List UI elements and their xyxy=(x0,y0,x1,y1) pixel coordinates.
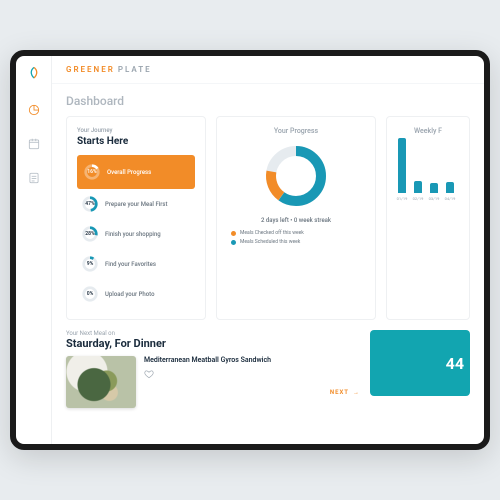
main-area: GREENER PLATE Dashboard Your Journey Sta… xyxy=(52,56,484,444)
step-label: Prepare your Meal First xyxy=(105,201,168,208)
legend-item: Meals Scheduled this week xyxy=(231,239,304,245)
heart-icon[interactable] xyxy=(144,369,154,379)
nav-calendar[interactable] xyxy=(24,134,44,154)
metric-tile[interactable]: 44 xyxy=(370,330,470,396)
legend-item: Meals Checked off this week xyxy=(231,230,304,236)
progress-ring-icon: 47% xyxy=(81,195,99,213)
brand-word-a: GREENER xyxy=(66,65,115,74)
step-label: Overall Progress xyxy=(107,169,151,176)
bar xyxy=(414,181,422,193)
logo-icon xyxy=(26,66,42,86)
journey-title: Starts Here xyxy=(77,136,195,147)
journey-step-prepare[interactable]: 47% Prepare your Meal First xyxy=(77,189,195,219)
next-meal-title: Staurday, For Dinner xyxy=(66,337,360,350)
bar xyxy=(430,183,438,193)
meal-info: Mediterranean Meatball Gyros Sandwich NE… xyxy=(144,356,360,396)
progress-ring-icon: 28% xyxy=(81,225,99,243)
app-root: GREENER PLATE Dashboard Your Journey Sta… xyxy=(16,56,484,444)
next-meal-section: Your Next Meal on Staurday, For Dinner M… xyxy=(66,330,360,408)
step-label: Upload your Photo xyxy=(105,291,155,298)
next-meal-row: Your Next Meal on Staurday, For Dinner M… xyxy=(52,320,484,408)
journey-kicker: Your Journey xyxy=(77,127,195,134)
cards-row: Your Journey Starts Here 16% Overall Pro… xyxy=(52,116,484,320)
journey-step-overall[interactable]: 16% Overall Progress xyxy=(77,155,195,189)
donut-chart xyxy=(261,141,331,211)
progress-ring-icon: 0% xyxy=(81,285,99,303)
metric-value: 44 xyxy=(446,354,464,373)
weekly-title: Weekly F xyxy=(397,127,459,135)
progress-ring-icon: 16% xyxy=(83,163,101,181)
weekly-card: Weekly F 01/19 02/19 03/19 04/19 xyxy=(386,116,470,320)
progress-card: Your Progress 2 days left • 0 week strea… xyxy=(216,116,376,320)
bar-col: 01/19 xyxy=(397,138,407,201)
dot-icon xyxy=(231,240,236,245)
next-meal-kicker: Your Next Meal on xyxy=(66,330,360,337)
progress-subtitle: 2 days left • 0 week streak xyxy=(261,217,331,224)
sidebar xyxy=(16,56,52,444)
step-label: Find your Favorites xyxy=(105,261,156,268)
bar xyxy=(398,138,406,193)
brand-word-b: PLATE xyxy=(118,65,152,74)
bar-col: 03/19 xyxy=(429,183,439,201)
journey-step-upload[interactable]: 0% Upload your Photo xyxy=(77,279,195,309)
progress-ring-icon: 9% xyxy=(81,255,99,273)
bar-chart: 01/19 02/19 03/19 04/19 xyxy=(397,141,459,201)
meal-item[interactable]: Mediterranean Meatball Gyros Sandwich NE… xyxy=(66,356,360,408)
bar-col: 02/19 xyxy=(413,181,423,201)
nav-dashboard[interactable] xyxy=(24,100,44,120)
nav-list[interactable] xyxy=(24,168,44,188)
arrow-right-icon: → xyxy=(353,389,360,396)
next-button[interactable]: NEXT → xyxy=(330,389,360,396)
journey-step-shopping[interactable]: 28% Finish your shopping xyxy=(77,219,195,249)
bar-col: 04/19 xyxy=(445,182,455,201)
dot-icon xyxy=(231,231,236,236)
progress-title: Your Progress xyxy=(274,127,318,135)
device-frame: GREENER PLATE Dashboard Your Journey Sta… xyxy=(10,50,490,450)
step-label: Finish your shopping xyxy=(105,231,161,238)
progress-legend: Meals Checked off this week Meals Schedu… xyxy=(227,230,304,245)
topbar: GREENER PLATE xyxy=(52,56,484,84)
meal-name: Mediterranean Meatball Gyros Sandwich xyxy=(144,356,360,365)
journey-card: Your Journey Starts Here 16% Overall Pro… xyxy=(66,116,206,320)
journey-step-favorites[interactable]: 9% Find your Favorites xyxy=(77,249,195,279)
page-title: Dashboard xyxy=(52,84,484,116)
meal-image xyxy=(66,356,136,408)
bar xyxy=(446,182,454,193)
